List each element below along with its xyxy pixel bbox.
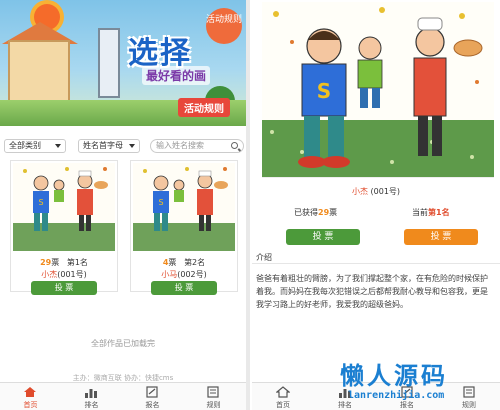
watermark-url: lanrenzhijia.com: [348, 390, 445, 401]
intro-text: 爸爸有着粗壮的臂膀，为了我们撑起整个家，在有危险的时候保护着我。而妈妈在我每次犯…: [256, 274, 488, 309]
rank-label: 第2名: [184, 258, 206, 267]
tab-label: 排名: [84, 401, 99, 409]
filter-bar: 全部类别 姓名首字母 输入姓名搜索: [4, 139, 244, 155]
entry-name[interactable]: 小杰: [41, 270, 57, 279]
watermark-logo: 懒人源码: [340, 362, 448, 390]
family-drawing-thumbnail: S: [13, 167, 115, 251]
entry-name[interactable]: 小马: [161, 270, 177, 279]
tab-label: 首页: [276, 401, 290, 409]
initial-letter-select[interactable]: 姓名首字母: [78, 139, 140, 153]
entry-title: 小杰 (001号): [252, 186, 500, 197]
banner-subtitle: 最好看的画: [142, 66, 211, 85]
svg-text:S: S: [317, 79, 331, 103]
rules-icon: [207, 386, 219, 398]
divider: [252, 263, 500, 264]
tab-label: 规则: [206, 401, 221, 409]
entry-thumbnail[interactable]: S: [133, 163, 235, 251]
entry-thumbnail[interactable]: S: [13, 163, 115, 251]
edit-icon: [146, 386, 158, 398]
votes-prefix: 已获得: [294, 208, 318, 217]
banner-tag: 活动规则: [178, 98, 230, 117]
rules-icon: [463, 386, 475, 398]
vote-count: 29: [40, 258, 52, 267]
tab-label: 规则: [462, 401, 476, 409]
tab-rules[interactable]: 规则: [183, 383, 244, 410]
entry-name-line: 小杰(001号): [11, 269, 117, 280]
all-loaded-text: 全部作品已加载完: [91, 339, 155, 348]
list-page: 选择 最好看的画 活动规则 活动规则 全部类别 姓名首字母 输入姓名搜索 S 2…: [0, 0, 250, 410]
entry-name-line: 小马(002号): [131, 269, 237, 280]
rank-value: 第1名: [428, 208, 450, 217]
initial-letter-select-value: 姓名首字母: [83, 141, 123, 150]
entry-card[interactable]: S 29票 第1名 小杰(001号) 投 票: [10, 160, 118, 295]
entry-number: (001号): [57, 270, 87, 279]
svg-text:S: S: [158, 198, 163, 207]
entry-name: 小杰: [351, 187, 368, 196]
rank-prefix: 当前: [412, 208, 428, 217]
house-illustration: [8, 40, 70, 102]
screen: 选择 最好看的画 活动规则 活动规则 全部类别 姓名首字母 输入姓名搜索 S 2…: [0, 0, 500, 410]
category-select-value: 全部类别: [9, 141, 41, 150]
tab-label: 报名: [145, 401, 160, 409]
family-drawing: S: [262, 7, 494, 177]
vote-button[interactable]: 投 票: [31, 281, 97, 295]
home-icon: [24, 387, 36, 397]
entry-artwork: S: [262, 2, 494, 178]
family-drawing-thumbnail: S: [133, 167, 235, 251]
vote-unit: 票: [168, 258, 177, 267]
vote-count: 29: [318, 208, 330, 217]
chevron-down-icon: [129, 144, 135, 148]
tab-label: 报名: [400, 401, 414, 409]
tab-label: 首页: [23, 401, 38, 409]
vote-button[interactable]: 投 票: [286, 229, 360, 245]
entry-votes: 29票 第1名: [11, 257, 117, 268]
tower-illustration: [98, 28, 120, 98]
rank-stat: 当前第1名: [412, 207, 450, 218]
vote-button[interactable]: 投 票: [151, 281, 217, 295]
detail-page: S 小杰 (001号) 已获得29票 当前第1名 投 票 投 票 介绍 爸爸有着…: [252, 0, 500, 410]
entry-number: (001号): [370, 187, 401, 196]
tab-signup[interactable]: 报名: [122, 383, 183, 410]
tab-label: 排名: [338, 401, 352, 409]
entry-card[interactable]: S 4票 第2名 小马(002号) 投 票: [130, 160, 238, 295]
tab-home[interactable]: 首页: [0, 383, 61, 410]
rank-label: 第1名: [66, 258, 88, 267]
svg-text:S: S: [38, 198, 43, 207]
votes-suffix: 票: [329, 208, 338, 217]
bottom-tab-bar: 首页 排名 报名 规则: [0, 382, 246, 410]
category-select[interactable]: 全部类别: [4, 139, 66, 153]
search-icon[interactable]: [231, 142, 238, 149]
intro-heading: 介绍: [256, 253, 272, 262]
entry-number: (002号): [177, 270, 207, 279]
rules-badge-button[interactable]: 活动规则: [206, 8, 242, 44]
chevron-down-icon: [55, 144, 61, 148]
home-icon: [276, 386, 290, 398]
search-placeholder: 输入姓名搜索: [156, 141, 204, 150]
search-input[interactable]: 输入姓名搜索: [150, 139, 244, 153]
bar-chart-icon: [85, 389, 97, 398]
vote-unit: 票: [51, 258, 60, 267]
tab-ranking[interactable]: 排名: [61, 383, 122, 410]
entry-votes: 4票 第2名: [131, 257, 237, 268]
votes-stat: 已获得29票: [294, 207, 337, 218]
tab-home[interactable]: 首页: [252, 383, 314, 410]
secondary-vote-button[interactable]: 投 票: [404, 229, 478, 245]
